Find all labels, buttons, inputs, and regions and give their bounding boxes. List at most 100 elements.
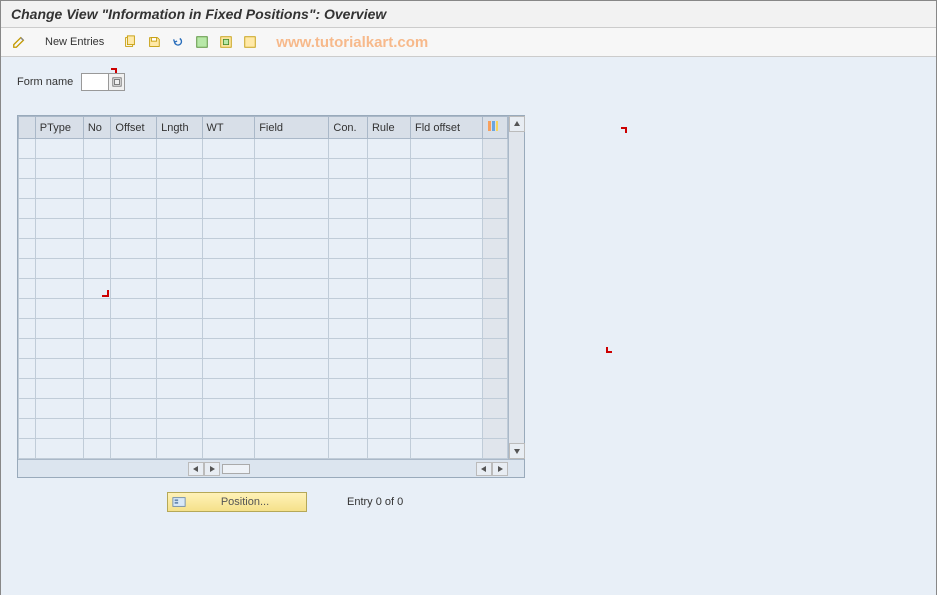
table-cell[interactable] <box>202 279 255 299</box>
table-cell[interactable] <box>157 279 202 299</box>
table-row[interactable] <box>19 279 508 299</box>
table-cell[interactable] <box>35 339 83 359</box>
table-cell[interactable] <box>329 219 368 239</box>
table-row[interactable] <box>19 139 508 159</box>
table-cell[interactable] <box>202 179 255 199</box>
scroll-right-end-icon[interactable] <box>492 462 508 476</box>
table-row[interactable] <box>19 359 508 379</box>
table-cell[interactable] <box>111 299 157 319</box>
row-selector[interactable] <box>19 379 36 399</box>
table-cell[interactable] <box>255 179 329 199</box>
table-cell[interactable] <box>35 299 83 319</box>
table-row[interactable] <box>19 399 508 419</box>
table-cell[interactable] <box>157 179 202 199</box>
table-cell[interactable] <box>111 359 157 379</box>
table-cell[interactable] <box>83 279 111 299</box>
table-row[interactable] <box>19 239 508 259</box>
horizontal-scrollbar[interactable] <box>18 459 524 477</box>
table-cell[interactable] <box>83 139 111 159</box>
table-cell[interactable] <box>367 319 410 339</box>
row-selector[interactable] <box>19 339 36 359</box>
table-cell[interactable] <box>411 199 483 219</box>
table-cell[interactable] <box>411 179 483 199</box>
table-cell[interactable] <box>202 259 255 279</box>
table-cell[interactable] <box>255 399 329 419</box>
table-cell[interactable] <box>83 299 111 319</box>
table-cell[interactable] <box>202 239 255 259</box>
col-header-ptype[interactable]: PType <box>35 117 83 139</box>
row-selector[interactable] <box>19 419 36 439</box>
table-cell[interactable] <box>83 259 111 279</box>
table-cell[interactable] <box>202 419 255 439</box>
row-selector[interactable] <box>19 299 36 319</box>
table-cell[interactable] <box>255 299 329 319</box>
table-cell[interactable] <box>367 239 410 259</box>
table-cell[interactable] <box>329 139 368 159</box>
table-cell[interactable] <box>111 259 157 279</box>
table-cell[interactable] <box>35 379 83 399</box>
table-cell[interactable] <box>83 199 111 219</box>
table-cell[interactable] <box>35 199 83 219</box>
table-cell[interactable] <box>329 399 368 419</box>
table-cell[interactable] <box>255 199 329 219</box>
row-selector-header[interactable] <box>19 117 36 139</box>
deselect-all-icon[interactable] <box>240 32 260 52</box>
table-row[interactable] <box>19 179 508 199</box>
table-cell[interactable] <box>411 339 483 359</box>
table-cell[interactable] <box>255 159 329 179</box>
table-row[interactable] <box>19 319 508 339</box>
table-cell[interactable] <box>202 139 255 159</box>
scroll-thumb[interactable] <box>222 464 250 474</box>
table-cell[interactable] <box>202 299 255 319</box>
table-cell[interactable] <box>329 199 368 219</box>
col-header-lngth[interactable]: Lngth <box>157 117 202 139</box>
edit-icon[interactable] <box>9 32 29 52</box>
select-all-icon[interactable] <box>192 32 212 52</box>
table-cell[interactable] <box>157 439 202 459</box>
row-selector[interactable] <box>19 319 36 339</box>
table-row[interactable] <box>19 299 508 319</box>
table-cell[interactable] <box>411 219 483 239</box>
table-cell[interactable] <box>255 439 329 459</box>
col-header-fld-offset[interactable]: Fld offset <box>411 117 483 139</box>
table-cell[interactable] <box>157 339 202 359</box>
table-cell[interactable] <box>255 279 329 299</box>
table-cell[interactable] <box>35 319 83 339</box>
table-cell[interactable] <box>111 379 157 399</box>
col-header-rule[interactable]: Rule <box>367 117 410 139</box>
table-row[interactable] <box>19 339 508 359</box>
table-cell[interactable] <box>367 379 410 399</box>
row-selector[interactable] <box>19 259 36 279</box>
table-cell[interactable] <box>329 359 368 379</box>
table-cell[interactable] <box>367 419 410 439</box>
table-cell[interactable] <box>255 219 329 239</box>
table-cell[interactable] <box>157 159 202 179</box>
table-cell[interactable] <box>202 399 255 419</box>
table-cell[interactable] <box>411 279 483 299</box>
table-cell[interactable] <box>83 159 111 179</box>
table-row[interactable] <box>19 159 508 179</box>
table-cell[interactable] <box>255 339 329 359</box>
table-cell[interactable] <box>157 199 202 219</box>
table-cell[interactable] <box>83 379 111 399</box>
table-cell[interactable] <box>83 359 111 379</box>
table-cell[interactable] <box>255 259 329 279</box>
table-cell[interactable] <box>83 339 111 359</box>
table-cell[interactable] <box>367 199 410 219</box>
table-cell[interactable] <box>157 379 202 399</box>
table-cell[interactable] <box>202 439 255 459</box>
table-cell[interactable] <box>411 419 483 439</box>
table-cell[interactable] <box>329 379 368 399</box>
table-cell[interactable] <box>83 319 111 339</box>
table-cell[interactable] <box>157 419 202 439</box>
new-entries-button[interactable]: New Entries <box>37 34 112 50</box>
col-header-wt[interactable]: WT <box>202 117 255 139</box>
table-cell[interactable] <box>157 319 202 339</box>
row-selector[interactable] <box>19 439 36 459</box>
table-cell[interactable] <box>411 359 483 379</box>
table-cell[interactable] <box>111 439 157 459</box>
table-cell[interactable] <box>255 379 329 399</box>
table-cell[interactable] <box>35 219 83 239</box>
table-cell[interactable] <box>157 299 202 319</box>
table-cell[interactable] <box>367 299 410 319</box>
